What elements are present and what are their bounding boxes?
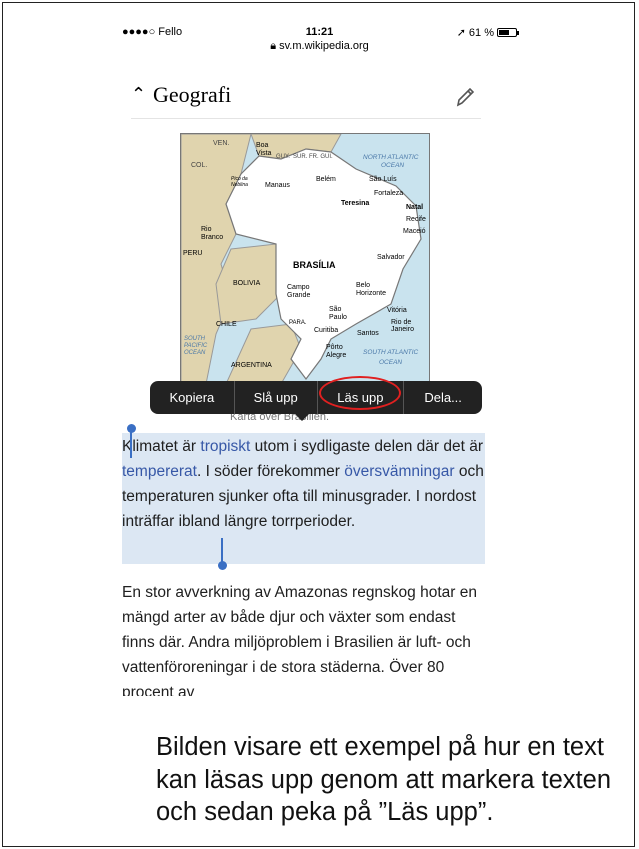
map-label-teresina: Teresina [341,200,370,207]
article-paragraph-selected[interactable]: Klimatet är tropiskt utom i sydligaste d… [122,434,488,534]
map-label-rio: Rio de Janeiro [391,319,414,333]
map-label-recife: Recife [406,216,426,223]
map-label-pico: Pico da Neblina [231,176,248,188]
map-label-col: COL. [191,162,208,169]
brazil-map-image[interactable]: VEN. GUY. SUR. FR. GUI. COL. NORTH ATLAN… [180,133,430,383]
map-label-peru: PERU [183,250,203,257]
chevron-up-icon[interactable]: ⌃ [131,84,146,105]
battery-icon [497,28,519,37]
map-label-salvador: Salvador [377,254,405,261]
map-label-manaus: Manaus [265,182,290,189]
map-label-ocean2: OCEAN [379,359,403,366]
battery-fill [499,30,509,35]
map-label-ven: VEN. [213,140,230,147]
battery-group: ➚ 61 % [456,26,519,39]
link-oversvamningar[interactable]: översvämningar [344,463,454,480]
map-label-vitoria: Vitória [387,307,407,314]
text-run: Klimatet är [122,438,201,455]
map-label-brasilia: BRASÍLIA [293,260,336,270]
url-bar[interactable]: 🔒︎ sv.m.wikipedia.org [122,40,517,53]
map-label-sur: SUR. [293,154,308,160]
link-tempererat[interactable]: tempererat [122,463,197,480]
lock-icon: 🔒︎ [270,40,277,52]
section-title: Geografi [153,82,232,107]
map-label-ocean1: OCEAN [381,162,405,169]
map-label-chile: CHILE [216,321,237,328]
map-label-riobranco: Rio Branco [201,226,224,241]
map-label-saopaulo: São Paulo [329,306,347,321]
section-header[interactable]: ⌃ Geografi [131,82,481,119]
map-label-nao: NORTH ATLANTIC [363,154,419,161]
map-label-portoalegre: Pôrto Alegre [326,344,347,359]
battery-percent: 61 % [468,26,494,39]
menu-copy-button[interactable]: Kopiera [150,381,235,414]
edit-menu: Kopiera Slå upp Läs upp Dela... [150,381,482,421]
map-label-belem: Belém [316,176,336,183]
location-icon: ➚ [456,27,466,39]
map-label-fortaleza: Fortaleza [374,190,404,197]
slide-frame [2,2,635,847]
selection-end-handle[interactable] [218,561,227,570]
carrier-label: ●●●●○ Fello [122,26,183,38]
map-label-argentina: ARGENTINA [231,362,272,369]
map-label-bolivia: BOLIVIA [233,280,261,287]
text-run: utom i sydligaste delen där det är [250,438,483,455]
pencil-edit-icon[interactable] [455,86,475,113]
map-label-frgui: FR. GUI. [309,154,333,160]
map-label-maceio: Maceió [403,228,426,235]
clock: 11:21 [305,26,334,38]
map-label-campogrande: Campo Grande [287,284,311,299]
text-run: . I söder förekommer [196,463,345,480]
map-label-belohorizonte: Belo Horizonte [356,282,386,297]
map-label-spo: SOUTH PACIFIC OCEAN [184,336,208,356]
url-text: sv.m.wikipedia.org [279,40,369,52]
article-paragraph: En stor avverkning av Amazonas regnskog … [122,584,477,696]
map-label-natal: Natal [406,204,424,211]
link-tropiskt[interactable]: tropiskt [200,438,250,455]
map-label-santos: Santos [357,330,379,337]
map-label-curitiba: Curitiba [314,327,339,334]
map-label-sao: SOUTH ATLANTIC [363,349,419,356]
menu-lookup-button[interactable]: Slå upp [235,381,318,414]
map-label-saoluis: São Luís [369,176,397,183]
menu-speak-button[interactable]: Läs upp [318,381,405,414]
menu-share-button[interactable]: Dela... [404,381,482,414]
map-label-boavista: Boa Vista [256,142,272,157]
selection-start-caret [130,430,132,458]
map-label-para: PARA. [289,320,307,326]
slide-caption: Bilden visare ett exempel på hur en text… [156,733,612,826]
